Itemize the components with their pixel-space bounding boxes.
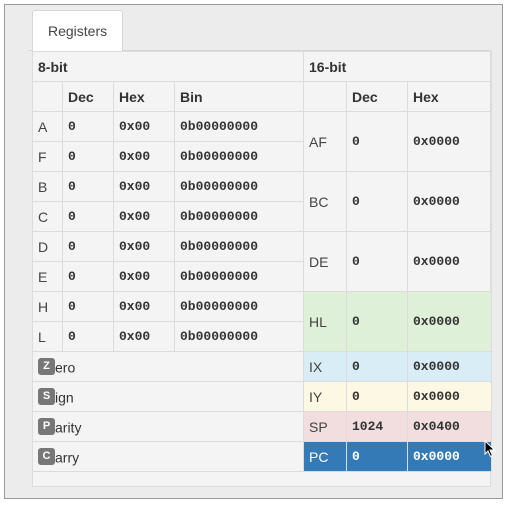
reg16-dec: 0: [346, 171, 408, 232]
reg16-dec: 0: [346, 111, 408, 172]
reg16-hex: 0x0000: [407, 111, 492, 172]
tab-registers[interactable]: Registers: [32, 10, 124, 51]
reg8-hex: 0x00: [113, 111, 175, 142]
table-row: Parity SP 1024 0x0400: [32, 411, 492, 442]
reg16-dec: 0: [346, 291, 408, 352]
reg16-hex: 0x0000: [407, 291, 492, 352]
flag-label: ign: [55, 388, 74, 405]
reg8-dec: 0: [62, 201, 114, 232]
table-row: H 0 0x00 0b00000000 HL 0 0x0000: [32, 291, 492, 352]
flag-label: arry: [55, 448, 80, 465]
header-bin-8: Bin: [174, 81, 304, 112]
reg8-bin: 0b00000000: [174, 291, 304, 322]
header-blank-16: [303, 81, 347, 112]
reg16-hex: 0x0000: [407, 381, 492, 412]
reg8-bin: 0b00000000: [174, 111, 304, 142]
flag-badge: P: [38, 418, 55, 436]
reg8-dec: 0: [62, 261, 114, 292]
table-row: B 0 0x00 0b00000000 BC 0 0x0000: [32, 171, 492, 232]
header-8bit: 8-bit: [32, 51, 304, 82]
reg8-hex: 0x00: [113, 291, 175, 322]
flag-badge: S: [38, 388, 55, 406]
reg8-name: C: [32, 201, 63, 232]
reg8-hex: 0x00: [113, 321, 175, 352]
reg16-hex: 0x0400: [407, 411, 492, 442]
tab-strip: Registers: [28, 6, 491, 51]
header-dec-16: Dec: [346, 81, 408, 112]
flag-label: ero: [55, 358, 76, 375]
flag-carry: Carry: [32, 441, 304, 472]
reg8-dec: 0: [62, 111, 114, 142]
flag-badge: Z: [38, 358, 55, 376]
header-hex-8: Hex: [113, 81, 175, 112]
reg16-dec: 0: [346, 441, 408, 472]
reg8-name: E: [32, 261, 63, 292]
header-hex-16: Hex: [407, 81, 492, 112]
header-blank: [32, 81, 63, 112]
reg8-hex: 0x00: [113, 261, 175, 292]
reg16-name: PC: [303, 441, 347, 472]
reg16-hex: 0x0000: [407, 231, 492, 292]
flag-zero: Zero: [32, 351, 304, 382]
reg16-hex: 0x0000: [407, 351, 492, 382]
reg16-name: SP: [303, 411, 347, 442]
reg8-hex: 0x00: [113, 141, 175, 172]
reg16-hex: 0x0000: [407, 441, 492, 472]
reg8-name: D: [32, 231, 63, 262]
flag-label: arity: [55, 418, 82, 435]
reg16-dec: 0: [346, 381, 408, 412]
header-dec-8: Dec: [62, 81, 114, 112]
reg8-dec: 0: [62, 141, 114, 172]
reg8-name: B: [32, 171, 63, 202]
mouse-pointer-icon: [484, 440, 496, 458]
reg16-dec: 0: [346, 231, 408, 292]
reg8-hex: 0x00: [113, 201, 175, 232]
reg8-bin: 0b00000000: [174, 201, 304, 232]
reg8-bin: 0b00000000: [174, 141, 304, 172]
registers-table: 8-bit 16-bit Dec Hex Bin Dec Hex A 0 0x0…: [32, 51, 492, 472]
reg8-name: F: [32, 141, 63, 172]
reg16-dec: 1024: [346, 411, 408, 442]
reg8-dec: 0: [62, 291, 114, 322]
reg8-dec: 0: [62, 231, 114, 262]
reg16-name: DE: [303, 231, 347, 292]
reg8-bin: 0b00000000: [174, 261, 304, 292]
reg16-dec: 0: [346, 351, 408, 382]
reg16-hex: 0x0000: [407, 171, 492, 232]
reg16-name: IY: [303, 381, 347, 412]
flag-parity: Parity: [32, 411, 304, 442]
reg8-hex: 0x00: [113, 231, 175, 262]
reg8-name: A: [32, 111, 63, 142]
table-row: D 0 0x00 0b00000000 DE 0 0x0000: [32, 231, 492, 292]
table-row: Sign IY 0 0x0000: [32, 381, 492, 412]
reg16-name: AF: [303, 111, 347, 172]
table-row: Carry PC 0 0x0000: [32, 441, 492, 472]
table-row: Zero IX 0 0x0000: [32, 351, 492, 382]
reg8-hex: 0x00: [113, 171, 175, 202]
flag-sign: Sign: [32, 381, 304, 412]
reg16-name: HL: [303, 291, 347, 352]
header-16bit: 16-bit: [303, 51, 492, 82]
reg8-dec: 0: [62, 321, 114, 352]
reg16-name: BC: [303, 171, 347, 232]
reg8-name: L: [32, 321, 63, 352]
reg16-name: IX: [303, 351, 347, 382]
table-row: A 0 0x00 0b00000000 AF 0 0x0000: [32, 111, 492, 172]
flag-badge: C: [38, 448, 55, 466]
reg8-bin: 0b00000000: [174, 321, 304, 352]
reg8-dec: 0: [62, 171, 114, 202]
reg8-bin: 0b00000000: [174, 231, 304, 262]
reg8-bin: 0b00000000: [174, 171, 304, 202]
reg8-name: H: [32, 291, 63, 322]
